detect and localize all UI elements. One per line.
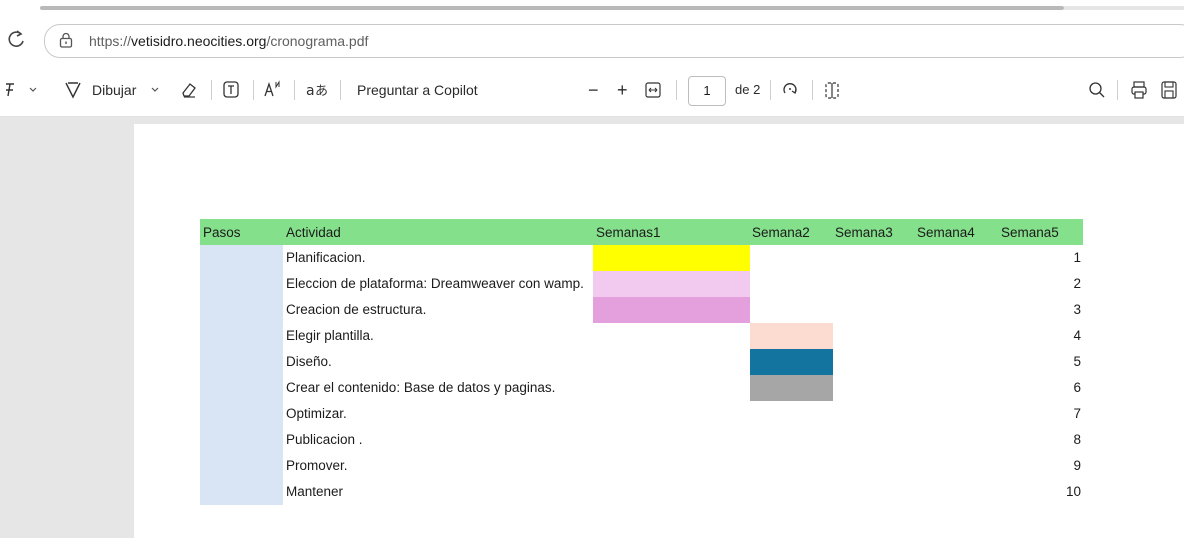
table-row: 1 Planificacion. — [200, 245, 1083, 271]
activity-label: Elegir plantilla. — [286, 328, 374, 343]
toolbar-separator — [1117, 80, 1118, 100]
draw-dropdown-icon[interactable] — [150, 79, 160, 101]
url-bar[interactable]: https://vetisidro.neocities.org/cronogra… — [44, 24, 1184, 58]
activity-label: Publicacion . — [286, 432, 363, 447]
rotate-icon[interactable] — [780, 79, 800, 101]
svg-text:a: a — [306, 83, 315, 99]
activity-label: Promover. — [286, 458, 348, 473]
table-row: 6 Crear el contenido: Base de datos y pag… — [200, 375, 1083, 401]
url-text[interactable]: https://vetisidro.neocities.org/cronogra… — [89, 33, 368, 49]
lock-icon[interactable] — [59, 32, 73, 48]
toolbar-separator — [812, 80, 813, 100]
step-number: 4 — [1073, 328, 1081, 343]
print-icon[interactable] — [1130, 79, 1148, 101]
activity-label: Mantener — [286, 484, 344, 499]
toolbar-separator — [294, 80, 295, 100]
activity-label: Diseño. — [286, 354, 332, 369]
header-activity: Actividad — [286, 225, 341, 240]
reload-icon[interactable] — [6, 28, 28, 50]
tab-strip-edge — [1064, 6, 1184, 10]
tab-strip-scrollbar[interactable] — [40, 6, 1064, 10]
toolbar-separator — [770, 80, 771, 100]
schedule-bar — [593, 245, 750, 271]
activity-label: Planificacion. — [286, 250, 366, 265]
toolbar-separator — [340, 80, 341, 100]
search-icon[interactable] — [1088, 79, 1106, 101]
step-cell — [200, 375, 283, 401]
step-cell — [200, 401, 283, 427]
toolbar-separator — [676, 80, 677, 100]
step-cell — [200, 245, 283, 271]
table-row: 7 Optimizar. — [200, 401, 1083, 427]
text-box-icon[interactable] — [222, 79, 240, 101]
step-number: 10 — [1065, 484, 1081, 499]
table-row: 8 Publicacion . — [200, 427, 1083, 453]
header-week2: Semana2 — [752, 225, 810, 240]
activity-label: Optimizar. — [286, 406, 347, 421]
step-number: 9 — [1073, 458, 1081, 473]
step-cell — [200, 323, 283, 349]
page-view-icon[interactable] — [824, 79, 842, 101]
table-row: 5 Diseño. — [200, 349, 1083, 375]
schedule-bar — [593, 271, 750, 297]
schedule-bar — [593, 297, 750, 323]
step-cell — [200, 297, 283, 323]
step-cell — [200, 427, 283, 453]
draw-button[interactable]: Dibujar — [92, 79, 136, 101]
url-host: vetisidro.neocities.org — [131, 33, 267, 49]
table-row: 2 Eleccion de plataforma: Dreamweaver co… — [200, 271, 1083, 297]
header-steps: Pasos — [203, 225, 241, 240]
step-number: 7 — [1073, 406, 1081, 421]
page-count: de 2 — [735, 82, 761, 97]
step-number: 6 — [1073, 380, 1081, 395]
schedule-bar — [750, 323, 833, 349]
pdf-toolbar: Dibujar aあ Preguntar a Copilot − + 1 de … — [0, 64, 1184, 117]
step-number: 8 — [1073, 432, 1081, 447]
toolbar-separator — [211, 80, 212, 100]
step-number: 2 — [1073, 276, 1081, 291]
translate-icon[interactable]: aあ — [306, 79, 330, 101]
step-cell — [200, 271, 283, 297]
activity-label: Eleccion de plataforma: Dreamweaver con … — [286, 276, 584, 291]
step-cell — [200, 453, 283, 479]
url-prefix: https:// — [89, 33, 132, 49]
header-week5: Semana5 — [1001, 225, 1059, 240]
step-number: 1 — [1073, 250, 1081, 265]
url-path: /cronograma.pdf — [266, 33, 369, 49]
schedule-bar — [750, 375, 833, 401]
eraser-icon[interactable] — [180, 79, 198, 101]
step-cell — [200, 479, 283, 505]
table-row: 9 Promover. — [200, 453, 1083, 479]
activity-label: Crear el contenido: Base de datos y pagi… — [286, 380, 556, 395]
fit-width-icon[interactable] — [644, 79, 662, 101]
step-cell — [200, 349, 283, 375]
address-bar-area: https://vetisidro.neocities.org/cronogra… — [0, 18, 1184, 64]
save-icon[interactable] — [1160, 79, 1178, 101]
table-row: 4 Elegir plantilla. — [200, 323, 1083, 349]
read-aloud-icon[interactable] — [263, 79, 283, 101]
step-number: 3 — [1073, 302, 1081, 317]
table-header-row: Pasos Actividad Semanas1 Semana2 Semana3… — [200, 219, 1083, 245]
activity-label: Creacion de estructura. — [286, 302, 427, 317]
browser-top-strip — [0, 0, 1184, 18]
highlight-icon[interactable] — [4, 79, 20, 101]
header-week3: Semana3 — [835, 225, 893, 240]
header-week4: Semana4 — [917, 225, 975, 240]
highlight-dropdown-icon[interactable] — [28, 79, 38, 101]
draw-icon[interactable] — [64, 79, 82, 101]
header-week1: Semanas1 — [596, 225, 661, 240]
svg-text:あ: あ — [315, 84, 328, 99]
table-row: 10 Mantener — [200, 479, 1083, 505]
table-row: 3 Creacion de estructura. — [200, 297, 1083, 323]
zoom-in-button[interactable]: + — [617, 79, 628, 101]
toolbar-separator — [253, 80, 254, 100]
step-number: 5 — [1073, 354, 1081, 369]
ask-copilot-button[interactable]: Preguntar a Copilot — [357, 79, 478, 101]
zoom-out-button[interactable]: − — [588, 79, 599, 101]
page-number-input[interactable]: 1 — [688, 76, 726, 106]
schedule-bar — [750, 349, 833, 375]
